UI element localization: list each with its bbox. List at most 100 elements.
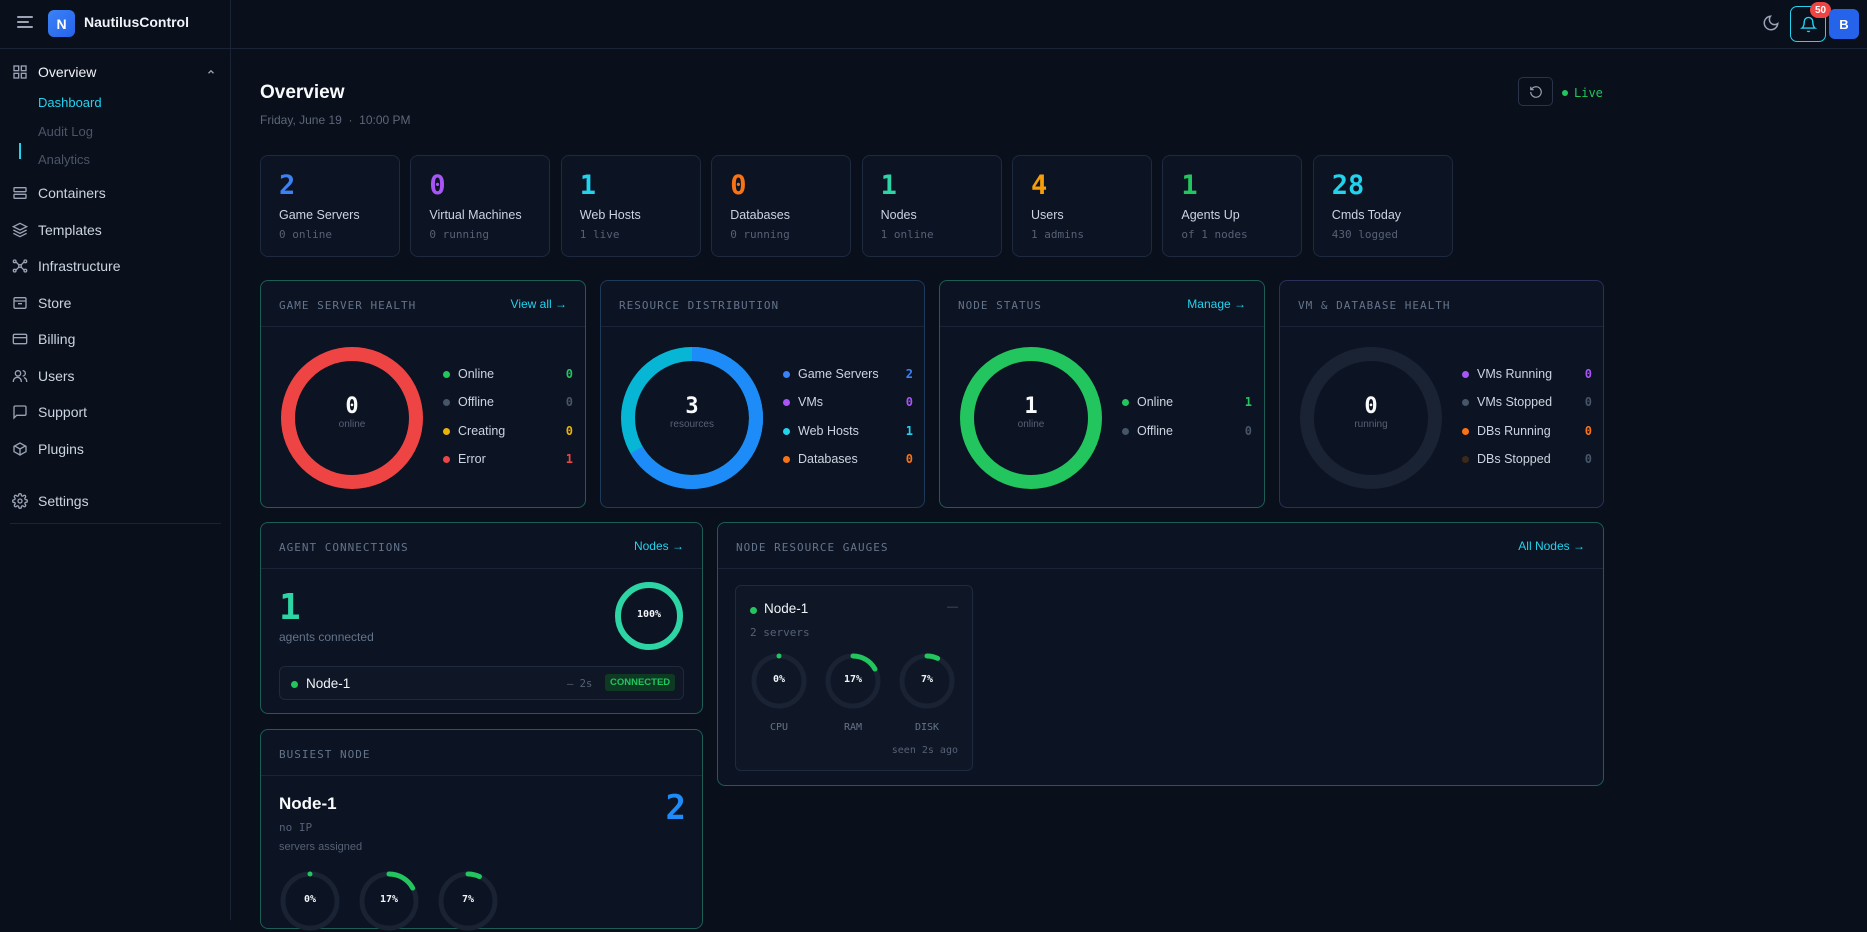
- legend-value: 0: [1244, 424, 1252, 438]
- stat-card[interactable]: 1 Agents Up of 1 nodes: [1162, 155, 1303, 257]
- donut-center: 3 resources: [642, 394, 742, 430]
- stat-card[interactable]: 1 Web Hosts 1 live: [560, 155, 701, 257]
- sidebar-item-label: Plugins: [38, 441, 84, 457]
- menu-icon[interactable]: [17, 16, 33, 30]
- refresh-button[interactable]: [1518, 77, 1553, 106]
- legend-dot: [1122, 427, 1129, 435]
- stat-label: Web Hosts: [579, 208, 641, 222]
- legend-label: Web Hosts: [798, 424, 859, 438]
- legend-label: DBs Running: [1477, 424, 1551, 438]
- stat-value: 1: [579, 170, 597, 201]
- sidebar-item-users[interactable]: Users: [0, 361, 231, 391]
- stat-card[interactable]: 4 Users 1 admins: [1012, 155, 1152, 257]
- agent-ring-label: 100%: [636, 609, 662, 620]
- gauge-value: 7%: [461, 894, 475, 905]
- gauge-value: 0%: [303, 894, 317, 905]
- manage-link[interactable]: Manage →: [1187, 297, 1246, 311]
- sidebar-sub-dashboard[interactable]: Dashboard: [38, 95, 102, 110]
- sidebar-sub-analytics[interactable]: Analytics: [38, 152, 90, 167]
- status-dot: [291, 681, 298, 688]
- node-gauge-panel[interactable]: Node-1 — 2 servers 0% CPU 17% RAM 7% DISK see…: [735, 585, 973, 771]
- sidebar-sub-audit-log[interactable]: Audit Log: [38, 124, 93, 139]
- stat-label: Virtual Machines: [429, 208, 522, 222]
- status-badge: CONNECTED: [605, 674, 676, 691]
- sidebar-item-store[interactable]: Store: [0, 288, 231, 318]
- legend-dot: [443, 398, 450, 406]
- busiest-node-name: Node-1: [279, 794, 337, 813]
- avatar[interactable]: B: [1829, 9, 1859, 39]
- stat-sub: 430 logged: [1331, 228, 1399, 241]
- stat-value: 4: [1031, 170, 1048, 201]
- node-servers: 2 servers: [750, 626, 810, 639]
- agent-node-age: — 2s: [567, 678, 593, 690]
- gear-icon: [12, 493, 28, 509]
- stat-card[interactable]: 0 Databases 0 running: [711, 155, 852, 257]
- node-last-seen: seen 2s ago: [891, 745, 958, 756]
- legend-item: VMs Stopped 0: [1462, 395, 1592, 409]
- legend-item: VMs Running 0: [1462, 367, 1592, 381]
- stat-sub: 1 online: [880, 228, 934, 241]
- stat-card[interactable]: 2 Game Servers 0 online: [260, 155, 400, 257]
- stat-card[interactable]: 0 Virtual Machines 0 running: [410, 155, 551, 257]
- legend-label: DBs Stopped: [1477, 452, 1551, 466]
- sidebar-item-overview[interactable]: Overview: [0, 57, 231, 87]
- view-all-link[interactable]: View all →: [511, 297, 567, 311]
- sidebar-item-billing[interactable]: Billing: [0, 324, 231, 354]
- card-header: RESOURCE DISTRIBUTION: [601, 281, 924, 327]
- legend-value: 1: [905, 424, 913, 438]
- legend-label: VMs Stopped: [1477, 395, 1553, 409]
- sidebar-item-infrastructure[interactable]: Infrastructure: [0, 251, 231, 281]
- legend-item: Databases 0: [783, 452, 913, 466]
- legend-label: Game Servers: [798, 367, 879, 381]
- legend-value: 2: [905, 367, 913, 381]
- legend-value: 0: [565, 395, 573, 409]
- stat-value: 1: [880, 170, 897, 201]
- sidebar-item-plugins[interactable]: Plugins: [0, 434, 231, 464]
- sidebar-item-settings[interactable]: Settings: [0, 486, 231, 516]
- gauge-name: CPU: [769, 722, 789, 733]
- donut-value: 0: [1364, 394, 1378, 419]
- sidebar-item-label: Containers: [38, 185, 106, 201]
- sidebar: Overview Dashboard Audit Log Analytics C…: [0, 49, 231, 920]
- chevron-up-icon: [208, 69, 214, 74]
- card-header: BUSIEST NODE: [261, 730, 702, 776]
- network-icon: [12, 259, 28, 273]
- legend-label: Offline: [458, 395, 494, 409]
- donut-label: online: [1017, 419, 1045, 430]
- sidebar-item-label: Support: [38, 404, 88, 420]
- legend-item: Offline 0: [443, 395, 573, 409]
- stat-sub: 0 online: [279, 228, 332, 241]
- all-nodes-link[interactable]: All Nodes →: [1518, 539, 1585, 553]
- agent-row[interactable]: Node-1 — 2s CONNECTED: [279, 666, 684, 700]
- grid-icon: [13, 65, 27, 79]
- sidebar-item-label: Billing: [38, 331, 76, 347]
- active-indicator: [19, 143, 21, 159]
- card-title: NODE RESOURCE GAUGES: [736, 541, 889, 554]
- agent-count: 1: [279, 587, 301, 628]
- sidebar-item-label: Infrastructure: [38, 258, 121, 274]
- nodes-link[interactable]: Nodes →: [634, 539, 684, 553]
- card-title: BUSIEST NODE: [279, 748, 371, 761]
- sidebar-item-label: Store: [38, 295, 72, 311]
- stat-sub: 1 live: [579, 228, 620, 241]
- stat-card[interactable]: 1 Nodes 1 online: [861, 155, 1002, 257]
- sidebar-item-templates[interactable]: Templates: [0, 215, 231, 245]
- stat-card[interactable]: 28 Cmds Today 430 logged: [1312, 155, 1453, 257]
- legend-label: VMs Running: [1477, 367, 1553, 381]
- dark-mode-icon[interactable]: [1762, 14, 1780, 32]
- legend-dot: [1122, 398, 1129, 406]
- node-resource-gauges-card: NODE RESOURCE GAUGES All Nodes → Node-1 …: [717, 522, 1604, 786]
- legend-dot: [783, 455, 790, 463]
- node-name: Node-1: [764, 601, 809, 616]
- chat-icon: [13, 405, 27, 420]
- credit-card-icon: [12, 333, 28, 345]
- sidebar-item-containers[interactable]: Containers: [0, 178, 231, 208]
- stat-label: Agents Up: [1181, 208, 1240, 222]
- package-icon: [13, 442, 27, 456]
- stat-label: Databases: [730, 208, 790, 222]
- donut-value: 1: [1024, 394, 1038, 419]
- legend-dot: [1462, 455, 1469, 463]
- node-status-card: NODE STATUS Manage → 1 online Online 1 Off…: [939, 280, 1265, 508]
- legend-label: VMs: [798, 395, 823, 409]
- sidebar-item-support[interactable]: Support: [0, 397, 231, 427]
